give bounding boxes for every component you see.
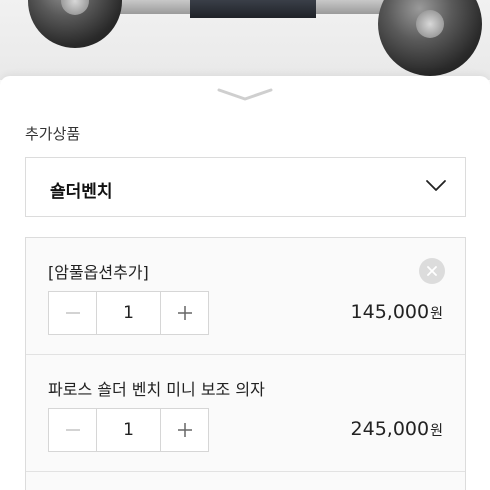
sheet-handle-chevron-down-icon[interactable] bbox=[217, 86, 273, 102]
minus-icon bbox=[65, 312, 80, 314]
addon-select-value: 숄더벤치 bbox=[50, 182, 113, 202]
item-price: 245,000원 bbox=[351, 418, 443, 440]
list-item: [암풀옵션추가] 1 145,000원 bbox=[26, 238, 465, 355]
chevron-down-icon bbox=[425, 178, 447, 192]
close-icon bbox=[427, 266, 437, 276]
remove-item-button[interactable] bbox=[419, 258, 445, 284]
decrease-quantity-button[interactable] bbox=[49, 409, 96, 451]
price-currency: 원 bbox=[430, 306, 443, 322]
quantity-stepper: 1 bbox=[48, 291, 209, 335]
item-name: [암풀옵션추가] bbox=[48, 263, 149, 282]
item-name: 파로스 숄더 벤치 미니 보조 의자 bbox=[48, 380, 265, 399]
increase-quantity-button[interactable] bbox=[161, 292, 208, 334]
quantity-value[interactable]: 1 bbox=[96, 409, 161, 451]
selected-items-list: [암풀옵션추가] 1 145,000원 파로스 숄더 벤치 미니 보조 의자 1… bbox=[25, 237, 466, 490]
item-price: 145,000원 bbox=[351, 301, 443, 323]
price-amount: 145,000 bbox=[350, 301, 430, 323]
increase-quantity-button[interactable] bbox=[161, 409, 208, 451]
addon-section-title: 추가상품 bbox=[25, 125, 81, 143]
quantity-stepper: 1 bbox=[48, 408, 209, 452]
product-image bbox=[0, 0, 490, 80]
quantity-value[interactable]: 1 bbox=[96, 292, 161, 334]
decrease-quantity-button[interactable] bbox=[49, 292, 96, 334]
plus-icon bbox=[177, 306, 192, 320]
minus-icon bbox=[65, 429, 80, 431]
price-amount: 245,000 bbox=[350, 418, 430, 440]
product-seat bbox=[190, 0, 316, 18]
product-wheel-left bbox=[28, 0, 122, 48]
plus-icon bbox=[177, 423, 192, 437]
list-item: 파로스 숄더 벤치 미니 보조 의자 1 245,000원 bbox=[26, 355, 465, 472]
product-wheel-right bbox=[378, 0, 482, 76]
addon-select[interactable]: 숄더벤치 bbox=[25, 157, 466, 217]
option-bottom-sheet: 추가상품 숄더벤치 [암풀옵션추가] 1 145,000원 파로스 숄더 벤치 … bbox=[0, 76, 490, 490]
price-currency: 원 bbox=[430, 423, 443, 439]
